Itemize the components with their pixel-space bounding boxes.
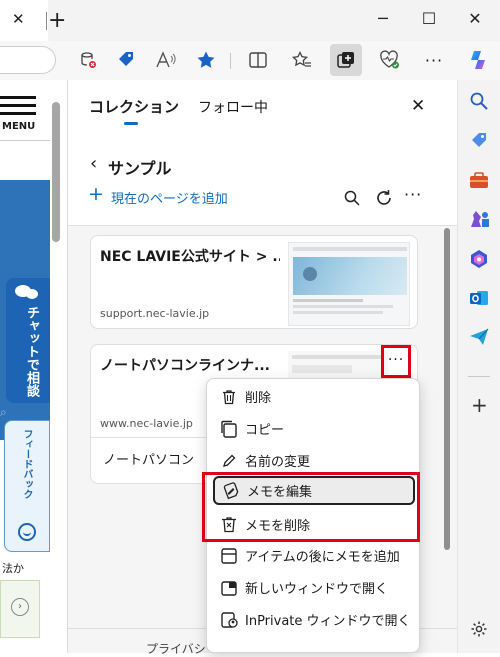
menu-item-delete-note[interactable]: メモを削除 (213, 510, 415, 539)
copilot-icon[interactable] (462, 44, 494, 76)
add-current-page-link[interactable]: 現在のページを追加 (111, 188, 228, 207)
smiley-icon (18, 523, 36, 541)
title-bar: ✕ + ─ ☐ ✕ (0, 0, 500, 41)
item-title: NEC LAVIE公式サイト > ... (100, 249, 280, 265)
panel-scrollbar-thumb[interactable] (444, 228, 450, 550)
menu-item-edit-note[interactable]: メモを編集 (213, 476, 415, 505)
chat-label: チャットで相談 (24, 306, 39, 397)
menu-item-label: メモを編集 (247, 485, 313, 500)
menu-item-delete[interactable]: 削除 (213, 382, 415, 411)
page-block: › (0, 580, 40, 638)
divider (0, 140, 50, 141)
collection-more-icon[interactable]: ··· (404, 185, 422, 204)
chat-consult-button[interactable]: チャットで相談 (6, 278, 50, 403)
search-icon[interactable] (344, 190, 360, 206)
menu-item-label: InPrivate ウィンドウで開く (245, 614, 411, 629)
toolbar: ··· (0, 41, 500, 80)
address-bar[interactable] (0, 46, 56, 74)
menu-item-copy[interactable]: コピー (213, 414, 415, 443)
rename-icon (219, 451, 239, 471)
delete-note-icon (219, 515, 239, 535)
menu-bar-3 (0, 112, 36, 115)
inprivate-icon (219, 610, 239, 630)
active-tab-indicator (124, 122, 138, 125)
item-url: support.nec-lavie.jp (100, 307, 210, 320)
browser-essentials-icon[interactable] (374, 44, 406, 76)
search-icon: ⌕ (0, 405, 7, 419)
settings-gear-icon[interactable] (470, 620, 488, 638)
item-note[interactable]: ノートパソコン (103, 449, 194, 468)
refresh-icon[interactable] (375, 189, 393, 207)
item-more-button[interactable]: ··· (383, 349, 409, 375)
copy-icon (219, 419, 239, 439)
arrow-circle-icon[interactable]: › (11, 598, 29, 616)
maximize-button[interactable]: ☐ (414, 4, 444, 34)
add-sidebar-app-icon[interactable]: + (471, 393, 488, 417)
tracking-prevention-icon[interactable] (72, 44, 104, 76)
collections-icon[interactable] (330, 44, 362, 76)
more-options-icon[interactable]: ··· (418, 44, 450, 76)
menu-label[interactable]: MENU (2, 121, 35, 132)
collection-item-1[interactable]: NEC LAVIE公式サイト > ... support.nec-lavie.j… (90, 235, 418, 329)
collection-title: サンプル (108, 159, 172, 178)
menu-item-label: コピー (245, 423, 285, 438)
menu-item-label: アイテムの後にメモを追加 (245, 550, 400, 565)
trash-icon (219, 387, 239, 407)
tab-separator (46, 12, 47, 30)
new-window-icon (219, 578, 239, 598)
shopping-icon[interactable] (469, 131, 489, 151)
feedback-button[interactable]: フィードバック (4, 420, 50, 552)
menu-item-add-note-after[interactable]: アイテムの後にメモを追加 (213, 541, 415, 570)
new-tab-button[interactable]: + (48, 8, 66, 33)
close-window-button[interactable]: ✕ (460, 4, 490, 34)
chat-bubble-icon (15, 285, 38, 299)
menu-bar-2 (0, 104, 36, 107)
feedback-label: フィードバック (21, 429, 32, 499)
close-panel-icon[interactable]: ✕ (411, 96, 425, 116)
read-aloud-icon[interactable] (150, 44, 182, 76)
active-tab[interactable]: ✕ (0, 0, 48, 41)
shopping-tag-icon[interactable] (110, 44, 142, 76)
panel-header: コレクション フォロー中 ✕ ‹ サンプル + 現在のページを追加 ··· (68, 80, 458, 226)
edge-sidebar: + (457, 80, 500, 653)
web-page: MENU チャットで相談 ⌕ フィードバック 法か › (0, 80, 67, 653)
favorite-star-icon[interactable] (190, 44, 222, 76)
item-url: www.nec-lavie.jp (100, 417, 193, 430)
menu-item-label: メモを削除 (245, 519, 311, 534)
menu-item-label: 削除 (245, 391, 272, 406)
menu-item-label: 名前の変更 (245, 455, 311, 470)
outlook-icon[interactable] (469, 288, 489, 308)
close-tab-icon[interactable]: ✕ (12, 10, 25, 28)
games-icon[interactable] (469, 209, 491, 229)
menu-bar-1 (0, 96, 36, 99)
edit-note-icon (221, 481, 241, 501)
minimize-button[interactable]: ─ (368, 4, 398, 34)
context-menu: 削除 コピー 名前の変更 メモを編集 メモを削除 アイテムの後にメモを追加 新し… (206, 378, 420, 653)
sidebar-divider (468, 376, 490, 377)
thumbnail-image (288, 242, 410, 326)
split-screen-icon[interactable] (242, 44, 274, 76)
add-note-icon (219, 546, 239, 566)
favorites-icon[interactable] (286, 44, 318, 76)
microsoft365-icon[interactable] (469, 249, 489, 269)
page-text: 法か (2, 562, 24, 575)
tab-collections[interactable]: コレクション (89, 96, 179, 117)
add-plus-icon[interactable]: + (88, 183, 104, 205)
menu-item-open-new-window[interactable]: 新しいウィンドウで開く (213, 573, 415, 602)
menu-item-open-inprivate[interactable]: InPrivate ウィンドウで開く (213, 605, 415, 634)
item-title: ノートパソコンラインナ... (100, 358, 270, 374)
back-chevron-icon[interactable]: ‹ (90, 153, 97, 174)
menu-item-label: 新しいウィンドウで開く (245, 582, 389, 597)
send-icon[interactable] (469, 328, 489, 346)
tools-icon[interactable] (469, 170, 489, 190)
menu-item-rename[interactable]: 名前の変更 (213, 446, 415, 475)
page-scrollbar-thumb[interactable] (52, 102, 60, 242)
sidebar-search-icon[interactable] (470, 92, 488, 110)
tab-following[interactable]: フォロー中 (198, 97, 268, 117)
toolbar-divider (230, 53, 231, 69)
